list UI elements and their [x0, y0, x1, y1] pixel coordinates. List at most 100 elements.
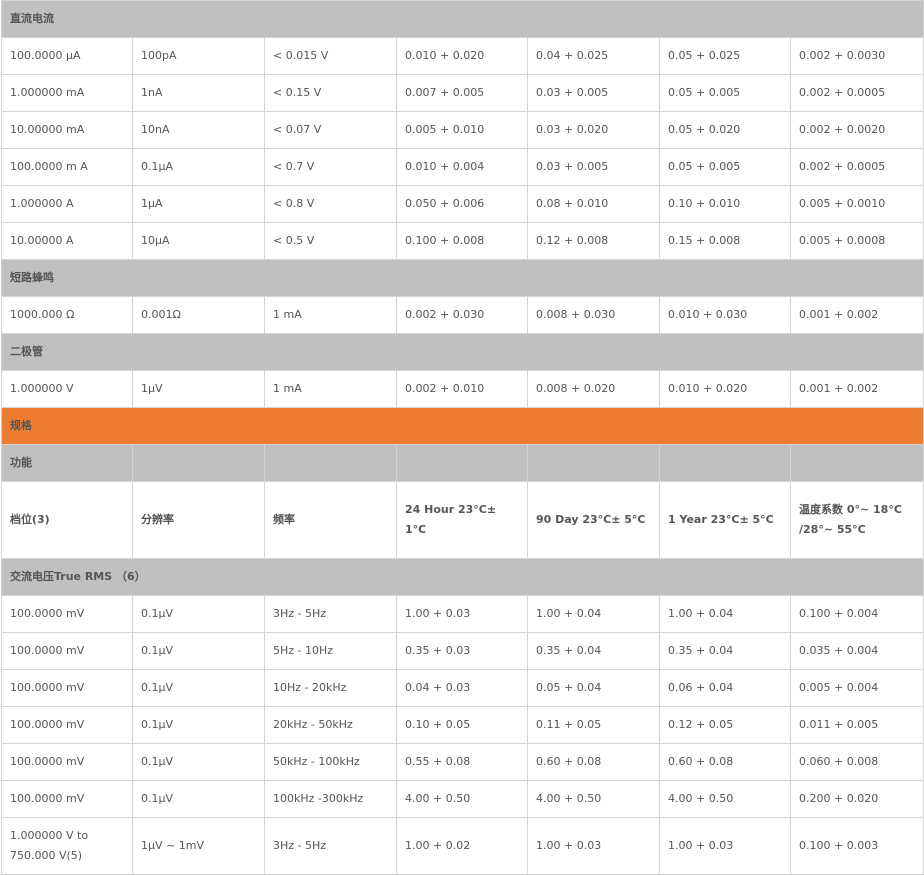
table-cell: 0.12 + 0.05: [659, 706, 791, 744]
table-cell: 0.001Ω: [132, 296, 265, 334]
table-cell: 0.002 + 0.010: [396, 370, 528, 408]
table-cell: 0.010 + 0.020: [396, 37, 528, 75]
table-cell: 50kHz - 100kHz: [264, 743, 397, 781]
table-cell: 0.008 + 0.020: [527, 370, 660, 408]
section-row-diode: 二极管: [0, 333, 924, 371]
table-cell: [659, 444, 791, 482]
table-cell: < 0.7 V: [264, 148, 397, 186]
table-cell: 0.1μV: [132, 669, 265, 707]
table-cell: 0.05 + 0.04: [527, 669, 660, 707]
table-cell: 1μV ~ 1mV: [132, 817, 265, 875]
function-label: 功能: [1, 444, 133, 482]
table-cell: 0.60 + 0.08: [527, 743, 660, 781]
function-row: 功能: [1, 444, 924, 482]
section-title: 直流电流: [0, 0, 924, 38]
table-cell: 10.00000 mA: [1, 111, 133, 149]
table-cell: 1000.000 Ω: [1, 296, 133, 334]
table-cell: 0.03 + 0.020: [527, 111, 660, 149]
table-cell: 1.000000 V to 750.000 V(5): [1, 817, 133, 875]
table-cell: 1nA: [132, 74, 265, 112]
table-cell: 0.002 + 0.0005: [789, 148, 924, 186]
table-cell: 0.200 + 0.020: [789, 780, 924, 818]
table-row: 1.000000 V to 750.000 V(5) 1μV ~ 1mV 3Hz -…: [1, 817, 924, 875]
table-cell: 0.04 + 0.03: [396, 669, 528, 707]
table-cell: 0.005 + 0.0008: [789, 222, 924, 260]
table-cell: 1 mA: [264, 370, 397, 408]
table-cell: 4.00 + 0.50: [527, 780, 660, 818]
table-cell: 0.010 + 0.020: [659, 370, 791, 408]
table-cell: 0.002 + 0.0020: [789, 111, 924, 149]
table-cell: 1.00 + 0.04: [527, 595, 660, 633]
column-header: 24 Hour 23°C± 1°C: [396, 481, 528, 559]
table-row: 1000.000 Ω 0.001Ω 1 mA 0.002 + 0.030 0.008 +…: [1, 296, 924, 334]
table-cell: 0.11 + 0.05: [527, 706, 660, 744]
table-cell: 0.001 + 0.002: [789, 370, 924, 408]
table-row: 1.000000 mA 1nA < 0.15 V 0.007 + 0.005 0.03 …: [1, 74, 924, 112]
table-row: 1.000000 A 1μA < 0.8 V 0.050 + 0.006 0.08 + …: [1, 185, 924, 223]
table-cell: 0.100 + 0.004: [789, 595, 924, 633]
spec-table-body: 直流电流 100.0000 μA 100pA < 0.015 V 0.010 + 0.…: [0, 0, 924, 875]
table-cell: 0.05 + 0.005: [659, 148, 791, 186]
table-cell: 1.000000 A: [1, 185, 133, 223]
table-cell: 0.005 + 0.0010: [789, 185, 924, 223]
table-cell: 10Hz - 20kHz: [264, 669, 397, 707]
table-row: 100.0000 μA 100pA < 0.015 V 0.010 + 0.020 0.…: [1, 37, 924, 75]
table-cell: 0.05 + 0.020: [659, 111, 791, 149]
table-cell: 10.00000 A: [1, 222, 133, 260]
table-cell: < 0.8 V: [264, 185, 397, 223]
table-cell: 0.002 + 0.030: [396, 296, 528, 334]
table-cell: 0.03 + 0.005: [527, 148, 660, 186]
table-cell: 0.011 + 0.005: [789, 706, 924, 744]
table-cell: 0.1μV: [132, 706, 265, 744]
column-header: 频率: [264, 481, 397, 559]
table-cell: 0.06 + 0.04: [659, 669, 791, 707]
table-cell: 5Hz - 10Hz: [264, 632, 397, 670]
table-cell: 4.00 + 0.50: [659, 780, 791, 818]
table-row: 100.0000 mV 0.1μV 3Hz - 5Hz 1.00 + 0.03 1.00…: [1, 595, 924, 633]
table-row: 10.00000 mA 10nA < 0.07 V 0.005 + 0.010 0.03…: [1, 111, 924, 149]
table-row: 100.0000 mV 0.1μV 20kHz - 50kHz 0.10 + 0.05…: [1, 706, 924, 744]
column-header-row: 档位(3) 分辨率 频率 24 Hour 23°C± 1°C 90 Day 23°C± …: [1, 481, 924, 559]
table-cell: 4.00 + 0.50: [396, 780, 528, 818]
table-cell: 1.00 + 0.03: [659, 817, 791, 875]
table-cell: < 0.07 V: [264, 111, 397, 149]
section-title: 规格: [0, 407, 924, 445]
section-row-continuity: 短路蜂鸣: [0, 259, 924, 297]
table-cell: 100.0000 mV: [1, 743, 133, 781]
column-header: 温度系数 0°~ 18°C /28°~ 55°C: [789, 481, 924, 559]
section-row-spec: 规格: [0, 407, 924, 445]
table-cell: 10μA: [132, 222, 265, 260]
table-cell: 100.0000 μA: [1, 37, 133, 75]
table-cell: 100.0000 mV: [1, 595, 133, 633]
section-title: 交流电压True RMS （6）: [0, 558, 924, 596]
table-cell: 0.001 + 0.002: [789, 296, 924, 334]
section-row-dc-current: 直流电流: [0, 0, 924, 38]
table-cell: 100.0000 mV: [1, 669, 133, 707]
table-cell: < 0.5 V: [264, 222, 397, 260]
table-cell: 0.010 + 0.030: [659, 296, 791, 334]
table-cell: 0.002 + 0.0030: [789, 37, 924, 75]
table-cell: 0.35 + 0.04: [659, 632, 791, 670]
table-row: 100.0000 mV 0.1μV 10Hz - 20kHz 0.04 + 0.03 0…: [1, 669, 924, 707]
table-cell: [396, 444, 528, 482]
table-cell: 0.060 + 0.008: [789, 743, 924, 781]
table-row: 100.0000 mV 0.1μV 50kHz - 100kHz 0.55 + 0.0…: [1, 743, 924, 781]
table-cell: 100.0000 m A: [1, 148, 133, 186]
column-header: 1 Year 23°C± 5°C: [659, 481, 791, 559]
table-cell: 0.1μV: [132, 595, 265, 633]
table-cell: 100kHz -300kHz: [264, 780, 397, 818]
column-header: 档位(3): [1, 481, 133, 559]
table-cell: 0.10 + 0.010: [659, 185, 791, 223]
table-cell: 0.002 + 0.0005: [789, 74, 924, 112]
table-cell: 20kHz - 50kHz: [264, 706, 397, 744]
table-row: 10.00000 A 10μA < 0.5 V 0.100 + 0.008 0.12 +…: [1, 222, 924, 260]
table-cell: 1.000000 V: [1, 370, 133, 408]
table-cell: [132, 444, 265, 482]
table-cell: 3Hz - 5Hz: [264, 817, 397, 875]
table-row: 100.0000 mV 0.1μV 100kHz -300kHz 4.00 + 0.5…: [1, 780, 924, 818]
table-cell: 1.00 + 0.03: [527, 817, 660, 875]
table-cell: [264, 444, 397, 482]
column-header: 90 Day 23°C± 5°C: [527, 481, 660, 559]
table-cell: 0.1μV: [132, 780, 265, 818]
table-cell: 0.1μV: [132, 632, 265, 670]
